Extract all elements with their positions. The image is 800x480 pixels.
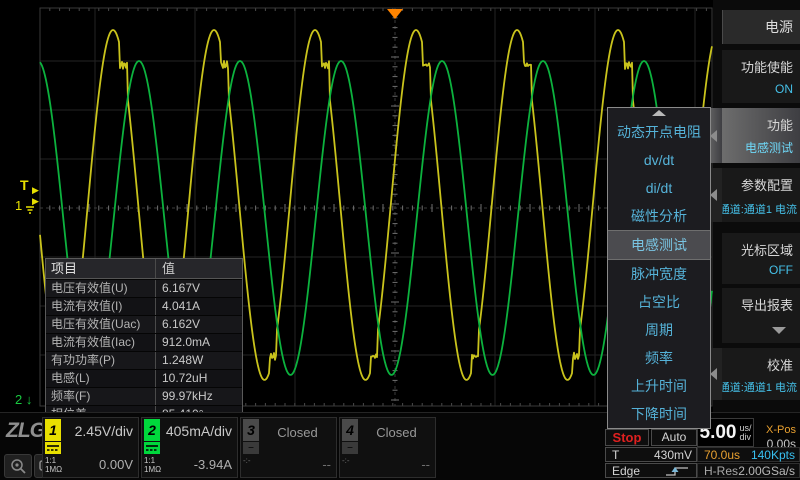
function-value: 电感测试 bbox=[745, 139, 793, 156]
time-span: 70.0us bbox=[704, 449, 740, 462]
cursor-area-state: OFF bbox=[769, 263, 793, 277]
measurement-row: 电压有效值(U)6.167V bbox=[46, 279, 242, 297]
trigger-type-box[interactable]: Edge bbox=[605, 463, 697, 478]
channel-4-badge[interactable]: 4 bbox=[342, 419, 358, 441]
hres-label: H-Res bbox=[704, 465, 738, 478]
trigger-source: T bbox=[612, 449, 619, 462]
sample-rate-box: H-Res 2.00GSa/s bbox=[697, 463, 800, 478]
channel-2-scale: 405mA/div bbox=[166, 423, 232, 439]
channel-1-scale: 2.45V/div bbox=[75, 423, 133, 439]
sidebar-item-export-report[interactable]: 导出报表 bbox=[722, 288, 800, 343]
measurement-row: 电流有效值(I)4.041A bbox=[46, 297, 242, 315]
channel-2-badge[interactable]: 2 bbox=[144, 419, 160, 441]
channel-4-state: Closed bbox=[362, 425, 431, 440]
touch-mode-button[interactable] bbox=[4, 454, 32, 478]
menu-item-magnetic-analysis[interactable]: 磁性分析 bbox=[608, 202, 710, 230]
menu-item-dvdt[interactable]: dv/dt bbox=[608, 146, 710, 174]
export-dropdown-arrow[interactable] bbox=[772, 327, 786, 334]
memory-depth: 140Kpts bbox=[751, 449, 795, 462]
timebase-unit-bottom: div bbox=[739, 432, 751, 442]
channel-3-coupling: – bbox=[243, 442, 259, 454]
dc-coupling-icon bbox=[144, 442, 160, 454]
channel-3-block[interactable]: 3 – -:- Closed -- bbox=[240, 417, 337, 478]
touch-icon bbox=[9, 458, 27, 474]
function-enable-state: ON bbox=[775, 82, 793, 96]
trigger-type: Edge bbox=[612, 465, 640, 478]
chevron-left-icon bbox=[710, 368, 717, 380]
measurement-row: 有功功率(P)1.248W bbox=[46, 351, 242, 369]
col-item: 项目 bbox=[46, 259, 156, 278]
measurement-table: 项目 值 电压有效值(U)6.167V 电流有效值(I)4.041A 电压有效值… bbox=[45, 258, 243, 414]
menu-scroll-up[interactable] bbox=[608, 108, 710, 118]
sample-rate: 2.00GSa/s bbox=[738, 465, 795, 478]
ch2-zero-marker[interactable]: 2 ↓ bbox=[15, 392, 32, 407]
sidebar-item-calibration[interactable]: 校准 通道:通道1 电流 bbox=[722, 348, 800, 400]
channel-3-probe: -:- bbox=[243, 456, 251, 465]
channel-2-offset: -3.94A bbox=[194, 457, 232, 472]
col-value: 值 bbox=[156, 259, 242, 278]
trigger-mode-button[interactable]: Auto bbox=[651, 429, 697, 446]
channel-4-offset: -- bbox=[421, 457, 430, 472]
chevron-left-icon bbox=[710, 189, 717, 201]
dc-coupling-icon bbox=[45, 442, 61, 454]
measurement-row: 频率(F)99.97kHz bbox=[46, 387, 242, 405]
channel-4-coupling: – bbox=[342, 442, 358, 454]
parameter-config-value: 通道:通道1 电流 bbox=[719, 201, 797, 217]
channel-1-offset: 0.00V bbox=[99, 457, 133, 472]
measurement-table-header: 项目 值 bbox=[46, 259, 242, 279]
trigger-level-box[interactable]: T 430mV bbox=[605, 447, 697, 462]
function-dropdown-menu: 动态开点电阻 dv/dt di/dt 磁性分析 电感测试 脉冲宽度 占空比 周期… bbox=[607, 107, 711, 429]
chevron-left-icon bbox=[710, 130, 717, 142]
acquisition-info-box: 70.0us 140Kpts bbox=[697, 447, 800, 462]
channel-2-probe: 1:1 1MΩ bbox=[144, 456, 161, 474]
sidebar-title-power: 电源 bbox=[722, 10, 800, 44]
channel-3-badge[interactable]: 3 bbox=[243, 419, 259, 441]
sidebar-item-cursor-area[interactable]: 光标区域 OFF bbox=[722, 233, 800, 284]
xpos-box[interactable]: X-Pos 0.00s bbox=[753, 418, 799, 447]
trigger-level-value: 430mV bbox=[654, 449, 692, 462]
menu-item-period[interactable]: 周期 bbox=[608, 316, 710, 344]
sidebar-menu: 电源 功能使能 ON 功能 电感测试 参数配置 通道:通道1 电流 光标区域 O… bbox=[713, 0, 800, 480]
run-stop-button[interactable]: Stop bbox=[605, 429, 649, 446]
measurement-row: 电流有效值(Iac)912.0mA bbox=[46, 333, 242, 351]
menu-item-frequency[interactable]: 频率 bbox=[608, 344, 710, 372]
sidebar-item-parameter-config[interactable]: 参数配置 通道:通道1 电流 bbox=[722, 168, 800, 222]
measurement-row: 电压有效值(Uac)6.162V bbox=[46, 315, 242, 333]
menu-item-pulse-width[interactable]: 脉冲宽度 bbox=[608, 260, 710, 288]
menu-item-inductance-test[interactable]: 电感测试 bbox=[608, 230, 710, 260]
channel-4-block[interactable]: 4 – -:- Closed -- bbox=[339, 417, 436, 478]
rising-edge-icon bbox=[664, 466, 690, 477]
measurement-row: 电感(L)10.72uH bbox=[46, 369, 242, 387]
channel-3-state: Closed bbox=[263, 425, 332, 440]
menu-item-fall-time[interactable]: 下降时间 bbox=[608, 400, 710, 428]
channel-1-block[interactable]: 1 1:1 1MΩ 2.45V/div 0.00V bbox=[42, 417, 139, 478]
ch1-level-arrow-icon[interactable]: ▶ bbox=[32, 196, 39, 207]
sidebar-item-function[interactable]: 功能 电感测试 bbox=[722, 108, 800, 163]
chevron-down-icon bbox=[772, 327, 786, 334]
channel-3-offset: -- bbox=[322, 457, 331, 472]
menu-item-duty-cycle[interactable]: 占空比 bbox=[608, 288, 710, 316]
menu-item-didt[interactable]: di/dt bbox=[608, 174, 710, 202]
trigger-level-label: T bbox=[20, 177, 29, 193]
oscilloscope-screen: T ▶ 1 ▶ 2 ↓ 项目 值 电压有效值(U)6.167V 电流有效值(I)… bbox=[0, 0, 800, 480]
channel-1-probe: 1:1 1MΩ bbox=[45, 456, 62, 474]
menu-item-dynamic-on-resistance[interactable]: 动态开点电阻 bbox=[608, 118, 710, 146]
calibration-value: 通道:通道1 电流 bbox=[719, 379, 797, 395]
channel-4-probe: -:- bbox=[342, 456, 350, 465]
trigger-level-arrow-icon[interactable]: ▶ bbox=[32, 185, 39, 196]
channel-2-block[interactable]: 2 1:1 1MΩ 405mA/div -3.94A bbox=[141, 417, 238, 478]
ground-icon bbox=[25, 206, 35, 215]
channel-1-badge[interactable]: 1 bbox=[45, 419, 61, 441]
menu-item-rise-time[interactable]: 上升时间 bbox=[608, 372, 710, 400]
trigger-position-marker[interactable] bbox=[387, 9, 403, 19]
scroll-up-icon bbox=[652, 110, 666, 116]
ch1-zero-marker[interactable]: 1 bbox=[15, 198, 22, 213]
sidebar-item-function-enable[interactable]: 功能使能 ON bbox=[722, 50, 800, 103]
